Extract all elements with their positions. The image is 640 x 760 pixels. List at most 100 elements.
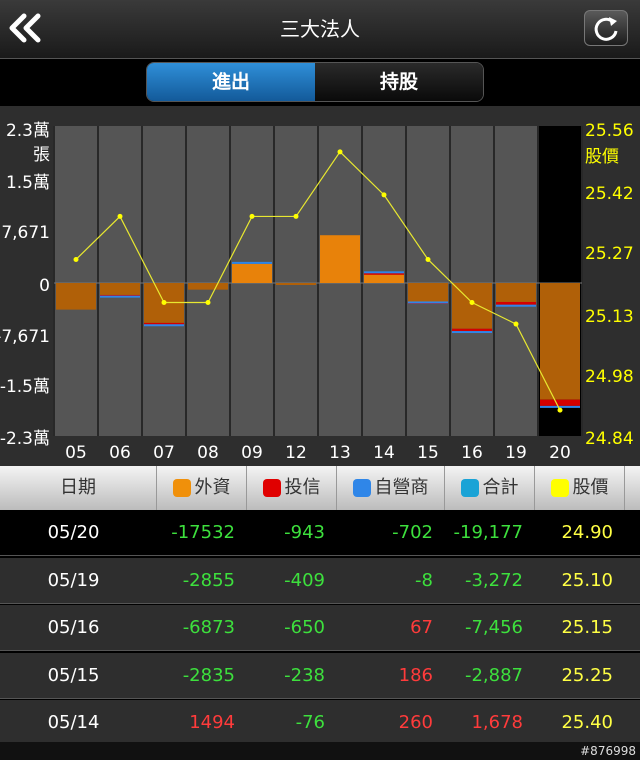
row-overflow — [625, 510, 640, 556]
cell-price: 25.25 — [561, 664, 613, 686]
table-row[interactable]: 05/14 1494 -76 260 1,678 25.40 — [0, 700, 640, 746]
column-band — [99, 126, 141, 436]
cell-foreign: -2855 — [182, 569, 235, 591]
cell-trust: -650 — [284, 617, 325, 638]
cell-foreign: -6873 — [182, 617, 235, 638]
foreign-bar — [452, 283, 492, 329]
x-tick-label: 14 — [373, 443, 395, 463]
cell-total: -7,456 — [464, 617, 523, 638]
cell-dealer: 67 — [410, 617, 433, 638]
col-trust[interactable]: 投信 — [247, 466, 337, 510]
dealer-swatch — [352, 479, 371, 497]
foreign-bar — [276, 283, 316, 285]
x-tick-label: 07 — [153, 443, 175, 463]
right-tick-label: 25.13 — [585, 307, 634, 327]
cell-total: -2,887 — [464, 664, 523, 686]
tab-holdings[interactable]: 持股 — [315, 63, 483, 101]
x-tick-label: 19 — [505, 443, 527, 463]
x-tick-label: 06 — [109, 443, 131, 463]
view-toggle: 進出 持股 — [146, 62, 484, 102]
x-tick-label: 16 — [461, 443, 483, 463]
cell-price: 25.15 — [561, 617, 613, 638]
cell-price: 24.90 — [561, 522, 613, 543]
x-tick-label: 09 — [241, 443, 263, 463]
foreign-bar — [56, 283, 96, 310]
right-tick-label: 24.84 — [585, 429, 634, 449]
cell-total: -3,272 — [464, 569, 523, 591]
x-tick-label: 12 — [285, 443, 307, 463]
cell-foreign: -2835 — [182, 664, 235, 686]
col-date[interactable]: 日期 — [0, 466, 157, 510]
column-band — [187, 126, 229, 436]
col-foreign[interactable]: 外資 — [157, 466, 247, 510]
page-title: 三大法人 — [280, 17, 360, 41]
x-tick-label: 20 — [549, 443, 571, 463]
cell-date: 05/20 — [47, 522, 100, 543]
cell-date: 05/16 — [47, 617, 100, 638]
total-swatch — [460, 479, 479, 497]
dealer-bar — [452, 331, 492, 334]
left-tick-label: 0 — [39, 276, 50, 296]
x-tick-label: 05 — [65, 443, 87, 463]
price-point — [249, 213, 255, 219]
cell-date: 05/19 — [47, 569, 100, 591]
column-band — [407, 126, 449, 436]
right-tick-label: 25.56 — [585, 121, 634, 141]
right-tick-label: 24.98 — [585, 367, 634, 387]
x-tick-label: 15 — [417, 443, 439, 463]
left-tick-label: -1.5萬 — [0, 377, 50, 397]
cell-dealer: -8 — [415, 569, 433, 591]
cell-price: 25.40 — [561, 712, 613, 733]
column-band — [495, 126, 537, 436]
foreign-bar — [188, 283, 228, 290]
institutional-chart: 2.3萬張 1.5萬 7,671 0 -7,671 -1.5萬 -2.3萬 25.56 股價 25… — [0, 106, 640, 466]
chart-area: 2.3萬張 1.5萬 7,671 0 -7,671 -1.5萬 -2.3萬 25.56 股價 25… — [0, 106, 640, 466]
price-point — [425, 256, 431, 262]
table-row[interactable]: 05/16 -6873 -650 67 -7,456 25.15 — [0, 605, 640, 651]
right-tick-label: 25.27 — [585, 244, 634, 264]
column-band — [275, 126, 317, 436]
left-tick-label: 張 — [33, 145, 50, 165]
dealer-bar — [232, 261, 272, 264]
cell-dealer: -702 — [392, 522, 433, 543]
price-point — [381, 192, 387, 198]
trust-swatch — [262, 479, 281, 497]
tab-flow[interactable]: 進出 — [147, 63, 315, 101]
trust-bar — [496, 301, 536, 305]
title-bar: 三大法人 — [0, 0, 640, 59]
cell-trust: -943 — [284, 522, 325, 543]
cell-trust: -409 — [284, 569, 325, 591]
right-tick-label: 25.42 — [585, 184, 634, 204]
price-point — [73, 256, 79, 262]
cell-date: 05/15 — [47, 664, 100, 686]
trust-bar — [540, 399, 580, 406]
table-row[interactable]: 05/19 -2855 -409 -8 -3,272 25.10 — [0, 557, 640, 604]
dealer-bar — [100, 295, 140, 298]
table-row[interactable]: 05/20 -17532 -943 -702 -19,177 24.90 — [0, 510, 640, 556]
col-price[interactable]: 股價 — [535, 466, 625, 510]
col-total[interactable]: 合計 — [445, 466, 535, 510]
column-band — [143, 126, 185, 436]
cell-trust: -238 — [284, 664, 325, 686]
left-tick-label: -7,671 — [0, 327, 50, 347]
price-point — [513, 321, 519, 327]
price-point — [205, 300, 211, 306]
row-overflow — [625, 700, 640, 746]
table-row[interactable]: 05/15 -2835 -238 186 -2,887 25.25 — [0, 652, 640, 699]
cell-total: 1,678 — [471, 712, 523, 733]
price-point — [469, 300, 475, 306]
x-tick-label: 13 — [329, 443, 351, 463]
price-point — [337, 149, 343, 155]
cell-total: -19,177 — [453, 522, 523, 543]
col-more — [625, 466, 640, 510]
foreign-bar — [100, 283, 140, 295]
column-band — [55, 126, 97, 436]
bottom-bar — [0, 742, 640, 760]
left-tick-label: 7,671 — [1, 223, 50, 243]
left-tick-label: 2.3萬 — [6, 121, 50, 141]
refresh-button[interactable] — [584, 10, 628, 46]
col-dealer[interactable]: 自營商 — [337, 466, 445, 510]
foreign-bar — [496, 283, 536, 302]
dealer-bar — [144, 324, 184, 327]
right-tick-label: 股價 — [585, 147, 619, 167]
